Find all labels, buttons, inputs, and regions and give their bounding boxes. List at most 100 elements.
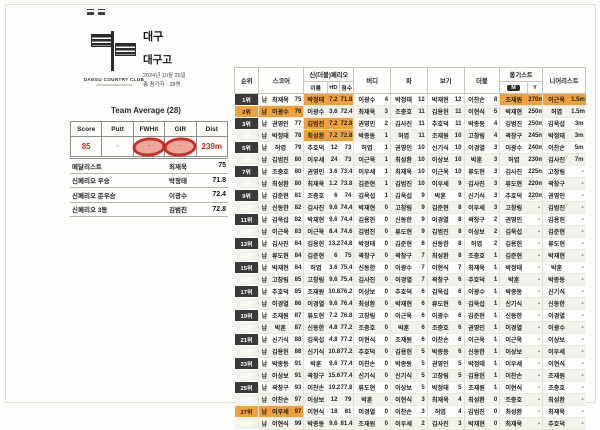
perio-score-cell: 75.4 [340, 274, 354, 286]
perio-score-cell: 74.4 [340, 214, 354, 226]
perio-score-cell: 74.6 [340, 226, 354, 238]
perio-name-cell: 이우세 [304, 154, 327, 166]
perio-hd-cell: 1.2 [327, 178, 339, 190]
table-row: 26위남이찬손97이상보1279박훈0이현식3최재욱4최성환0조충호-최성환- [235, 394, 586, 406]
perio-name-cell: 김욱섭 [304, 334, 327, 346]
perio-score-cell: 75.4 [340, 262, 354, 274]
par-name-cell: 김욱섭 [391, 190, 417, 202]
double-count-cell: 3 [489, 166, 500, 178]
birdie-count-cell: 0 [379, 346, 390, 358]
birdie-count-cell: 0 [379, 310, 390, 322]
bogey-name-cell: 조충호 [427, 322, 453, 334]
table-row: 3위남권영인77김범진7.272.8권영인2김사진11추호덕11박종동4김범진2… [235, 118, 586, 130]
longest-dist-cell: - [527, 334, 542, 346]
birdie-count-cell: 4 [379, 94, 390, 106]
perio-score-cell: 74.4 [340, 202, 354, 214]
award-row-perio-2nd: 신페리오 준우승 이광수 72.4 [70, 187, 228, 202]
bogey-name-cell: 권영인 [427, 358, 453, 370]
par-name-cell: 조충호 [391, 106, 417, 118]
longest-name-cell: 추호덕 [500, 190, 528, 202]
score-name-cell: 신동한 [269, 202, 291, 214]
gender-cell: 남 [259, 382, 269, 394]
nearest-name-cell: 고창림 [543, 166, 571, 178]
team-average-heading: Team Average (28) [62, 106, 230, 115]
perio-name-cell: 김사진 [304, 202, 327, 214]
longest-dist-cell: - [527, 358, 542, 370]
double-count-cell: 1 [489, 358, 500, 370]
bogey-name-cell: 이상보 [427, 154, 453, 166]
longest-name-cell: 이현식 [500, 382, 528, 394]
double-count-cell: 1 [489, 382, 500, 394]
par-name-cell: 최성환 [391, 154, 417, 166]
par-name-cell: 권영인 [391, 142, 417, 154]
col-header-bogey: 보기 [427, 68, 464, 94]
bogey-count-cell: 4 [453, 394, 464, 406]
par-count-cell: 6 [416, 334, 427, 346]
birdie-name-cell: 이우세 [354, 166, 380, 178]
par-name-cell: 추호덕 [391, 286, 417, 298]
par-name-cell: 박훈 [391, 322, 417, 334]
rank-cell: 22위 [235, 346, 259, 358]
score-value-cell: 76 [292, 106, 304, 118]
table-row: 14위남류도현84김준현675곽창구0곽창구7최성환8조충호1김준현-박재현- [235, 250, 586, 262]
perio-score-cell: 74.8 [340, 238, 354, 250]
double-name-cell: 최재욱 [464, 262, 488, 274]
birdie-name-cell: 권영인 [354, 118, 380, 130]
par-name-cell: 이경열 [391, 274, 417, 286]
nearest-name-cell: 김준현 [543, 226, 571, 238]
table-row: 5위남허엽79추호덕1273허엽1권영인10신기식10이경열3이광수240m이찬… [235, 142, 586, 154]
birdie-name-cell: 김준현 [354, 178, 380, 190]
nearest-name-cell: 이광수 [543, 322, 571, 334]
perio-name-cell: 최성환 [304, 130, 327, 142]
gender-cell: 남 [259, 262, 269, 274]
rank-cell: 1위 [235, 94, 259, 106]
birdie-count-cell: 0 [379, 418, 390, 430]
birdie-count-cell: 1 [379, 130, 390, 142]
double-count-cell: 1 [489, 310, 500, 322]
awards-list: 메달리스트 최재욱 75 신페리오 우승 박정태 71.8 신페리오 준우승 이… [70, 158, 228, 217]
longest-name-cell: 박종동 [500, 286, 528, 298]
table-row: 24위남이상보91곽창구15.677.4신기식0신기식5고창림5김용헌1이찬손-… [235, 370, 586, 382]
birdie-count-cell: 0 [379, 238, 390, 250]
par-count-cell: 10 [416, 142, 427, 154]
nearest-dist-cell: - [570, 310, 585, 322]
bogey-count-cell: 11 [453, 118, 464, 130]
gender-cell: 남 [259, 370, 269, 382]
rank-cell: 17위 [235, 286, 259, 298]
nearest-dist-cell: - [570, 418, 585, 430]
double-count-cell: 4 [489, 130, 500, 142]
par-count-cell: 12 [416, 94, 427, 106]
longest-dist-cell: - [527, 406, 542, 418]
table-row: 10위남신동한82김사진9.674.4박재현0고창림9김준현8이우세3고창림-김… [235, 202, 586, 214]
rank-cell: 3위 [235, 118, 259, 130]
birdie-name-cell: 이찬손 [354, 358, 380, 370]
perio-hd-cell: 9.6 [327, 298, 339, 310]
perio-score-cell: 76.8 [340, 310, 354, 322]
score-value-cell: 87 [292, 310, 304, 322]
perio-hd-cell: 15.6 [327, 370, 339, 382]
score-name-cell: 이근욱 [269, 226, 291, 238]
longest-name-cell: 신기식 [500, 298, 528, 310]
perio-hd-cell: 9.6 [327, 214, 339, 226]
score-value-cell: 77 [292, 118, 304, 130]
perio-name-cell: 조충호 [304, 190, 327, 202]
stats-value-score: 85 [71, 137, 102, 157]
par-count-cell: 6 [416, 310, 427, 322]
score-value-cell: 85 [292, 286, 304, 298]
bogey-count-cell: 6 [453, 322, 464, 334]
score-value-cell: 80 [292, 178, 304, 190]
score-value-cell: 82 [292, 214, 304, 226]
rank-cell: 7위 [235, 166, 259, 178]
nearest-name-cell: 김욱섭 [543, 118, 571, 130]
perio-name-cell: 김용헌 [304, 238, 327, 250]
gender-cell: 남 [259, 334, 269, 346]
perio-name-cell: 박재현 [304, 214, 327, 226]
score-name-cell: 류도현 [269, 250, 291, 262]
longest-name-cell: 최재욱 [500, 418, 528, 430]
perio-hd-cell: 7.2 [327, 310, 339, 322]
bogey-count-cell: 4 [453, 406, 464, 418]
longest-dist-cell: 220m [527, 178, 542, 190]
longest-dist-cell: - [527, 286, 542, 298]
longest-dist-cell: - [527, 418, 542, 430]
perio-name-cell: 추호덕 [304, 142, 327, 154]
